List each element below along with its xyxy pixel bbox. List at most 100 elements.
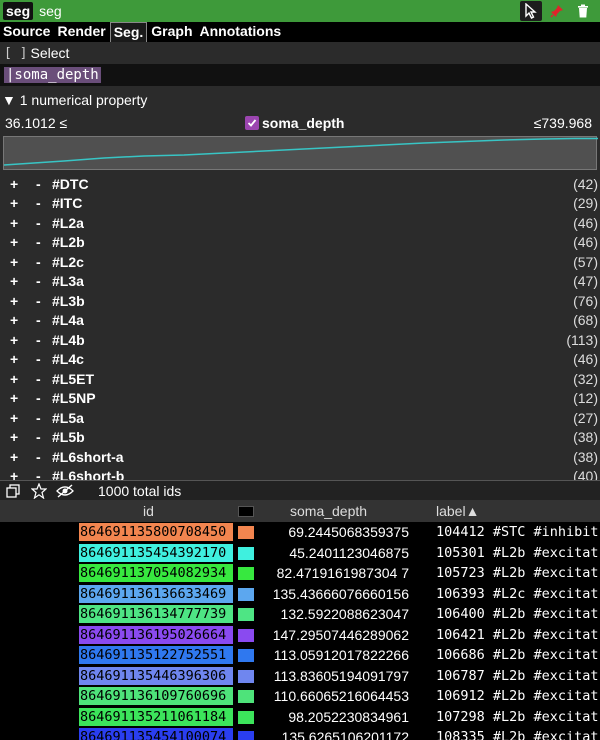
tag-exclude-button[interactable]: - [36,215,41,231]
segment-id-cell[interactable]: 864691136134777739 [79,605,233,623]
pin-icon[interactable] [546,1,568,21]
tag-include-button[interactable]: + [10,293,18,309]
segment-id-cell[interactable]: 864691136136633469 [79,584,233,603]
cursor-icon[interactable] [520,1,542,21]
tag-name[interactable]: #L5b [52,429,85,445]
segment-color-swatch[interactable] [238,526,254,539]
tag-name[interactable]: #L2a [52,215,84,231]
table-row[interactable]: 864691136134777739 132.5922088623047 10640… [0,604,600,625]
table-row[interactable]: 864691135211061184 98.2052230834961 107298… [0,707,600,728]
tag-include-button[interactable]: + [10,410,18,426]
table-row[interactable]: 864691135800708450 69.2445068359375 104412… [0,522,600,543]
segment-id-cell[interactable]: 864691135211061184 [79,707,233,726]
histogram[interactable] [3,136,598,170]
segment-id-cell[interactable]: 864691135122752551 [79,646,233,664]
select-checkbox[interactable]: [ ] [4,46,27,61]
tag-exclude-button[interactable]: - [36,371,41,387]
table-row[interactable]: 864691137054082934 82.4719161987304 7 1057… [0,563,600,584]
table-row[interactable]: 864691135454100074 135.6265106201172 10833… [0,727,600,740]
tag-name[interactable]: #L5a [52,410,84,426]
table-row[interactable]: 864691136195026664 147.29507446289062 1064… [0,625,600,646]
segment-color-swatch[interactable] [238,690,254,703]
segment-color-swatch[interactable] [238,649,254,662]
tag-exclude-button[interactable]: - [36,351,41,367]
tag-exclude-button[interactable]: - [36,449,41,465]
tag-include-button[interactable]: + [10,351,18,367]
column-header-id[interactable]: id [143,503,154,519]
tag-exclude-button[interactable]: - [36,410,41,426]
segment-color-swatch[interactable] [238,567,254,580]
tag-exclude-button[interactable]: - [36,234,41,250]
tag-include-button[interactable]: + [10,371,18,387]
segment-color-swatch[interactable] [238,608,254,621]
tag-name[interactable]: #L6short-a [52,449,124,465]
segment-color-swatch[interactable] [238,710,254,724]
numerical-property-toggle[interactable]: ▼ 1 numerical property [0,88,600,112]
tag-name[interactable]: #L5ET [52,371,94,387]
tab-seg[interactable]: Seg. [109,22,148,42]
tab-annotations[interactable]: Annotations [197,22,285,42]
tag-include-button[interactable]: + [10,254,18,270]
eye-slash-icon[interactable] [52,481,78,501]
tag-name[interactable]: #L2b [52,234,85,250]
table-row[interactable]: 864691135122752551 113.05912017822266 1066… [0,645,600,666]
table-row[interactable]: 864691135446396306 113.83605194091797 1067… [0,666,600,687]
tag-name[interactable]: #L3b [52,293,85,309]
table-row[interactable]: 864691135454392170 45.2401123046875 105301… [0,543,600,564]
checkbox-checked-icon[interactable] [245,116,259,130]
tag-name[interactable]: #L4b [52,332,85,348]
tag-exclude-button[interactable]: - [36,312,41,328]
tag-exclude-button[interactable]: - [36,254,41,270]
segment-id-cell[interactable]: 864691135454392170 [79,543,233,562]
tag-include-button[interactable]: + [10,332,18,348]
tag-include-button[interactable]: + [10,429,18,445]
segment-color-swatch[interactable] [238,546,254,560]
tab-graph[interactable]: Graph [148,22,195,42]
segment-id-cell[interactable]: 864691135446396306 [79,666,233,685]
tag-name[interactable]: #L4a [52,312,84,328]
table-row[interactable]: 864691136109760696 110.66065216064453 1069… [0,686,600,707]
column-header-color[interactable] [238,506,254,517]
trash-icon[interactable] [572,1,594,21]
segment-id-cell[interactable]: 864691135800708450 [79,523,233,541]
segment-color-swatch[interactable] [238,669,254,683]
tab-render[interactable]: Render [54,22,108,42]
tag-exclude-button[interactable]: - [36,390,41,406]
property-toggle[interactable]: soma_depth [245,115,344,131]
tag-name[interactable]: #L4c [52,351,84,367]
column-header-label[interactable]: label▲ [436,503,479,519]
segment-color-swatch[interactable] [238,587,254,601]
table-row[interactable]: 864691136136633469 135.43666076660156 1063… [0,584,600,605]
tag-name[interactable]: #L2c [52,254,84,270]
tag-exclude-button[interactable]: - [36,176,41,192]
tag-include-button[interactable]: + [10,176,18,192]
tag-include-button[interactable]: + [10,234,18,250]
segment-id-cell[interactable]: 864691137054082934 [79,564,233,582]
tag-include-button[interactable]: + [10,449,18,465]
tag-exclude-button[interactable]: - [36,429,41,445]
segment-id-cell[interactable]: 864691135454100074 [79,728,233,740]
tag-name[interactable]: #ITC [52,195,82,211]
star-icon[interactable] [26,481,52,501]
tag-exclude-button[interactable]: - [36,195,41,211]
query-input[interactable]: |soma_depth [0,64,600,86]
tag-exclude-button[interactable]: - [36,332,41,348]
tag-name[interactable]: #L5NP [52,390,96,406]
tab-source[interactable]: Source [0,22,53,42]
tag-name[interactable]: #DTC [52,176,89,192]
tag-include-button[interactable]: + [10,312,18,328]
tag-exclude-button[interactable]: - [36,273,41,289]
column-header-soma-depth[interactable]: soma_depth [290,503,367,519]
layer-type-chip[interactable]: seg [3,2,34,20]
layer-name[interactable]: seg [39,3,62,19]
segment-id-cell[interactable]: 864691136109760696 [79,687,233,705]
tag-include-button[interactable]: + [10,195,18,211]
segment-color-swatch[interactable] [238,628,254,642]
tag-include-button[interactable]: + [10,215,18,231]
tag-include-button[interactable]: + [10,390,18,406]
tag-include-button[interactable]: + [10,273,18,289]
segment-color-swatch[interactable] [238,731,254,740]
copy-icon[interactable] [0,481,26,501]
tag-exclude-button[interactable]: - [36,293,41,309]
segment-id-cell[interactable]: 864691136195026664 [79,625,233,644]
